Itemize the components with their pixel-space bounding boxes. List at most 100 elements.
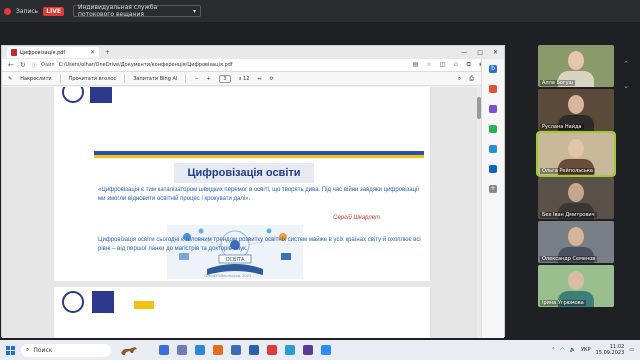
fit-page-icon[interactable]: ⇔ [257, 76, 261, 82]
participant-avatar [568, 271, 584, 290]
page-number-input[interactable]: 3 [218, 74, 231, 83]
rotate-icon[interactable]: ⟳ [270, 76, 274, 82]
zoom-app-icon[interactable] [177, 345, 187, 355]
telegram-app-icon[interactable] [285, 345, 295, 355]
participant-avatar [568, 139, 584, 158]
page-total: з 12 [238, 75, 250, 82]
language-indicator[interactable]: УКР [581, 347, 591, 353]
favorite-star-icon[interactable]: ☆ [426, 61, 431, 69]
collections-icon[interactable]: ⧉ [466, 61, 470, 69]
bing-icon[interactable]: b [489, 65, 497, 73]
address-bar: ← ↻ ⓘ Файл C:/Users/olhar/OneDrive/Докум… [2, 59, 504, 72]
close-tab-icon[interactable]: ✕ [90, 49, 95, 56]
participant-avatar [568, 227, 584, 246]
info-icon: ⓘ [31, 62, 37, 69]
clock-date: 15.09.2023 [595, 350, 625, 356]
pdf-viewer[interactable]: Цифровізація освіти «Цифровізація є тим … [2, 87, 480, 338]
zoom-out-icon[interactable]: − [194, 76, 198, 82]
divider [185, 74, 187, 83]
horse-widget-icon[interactable] [117, 344, 145, 357]
screen: Запись LIVE Индивидуальная служба потоко… [0, 0, 640, 360]
participant-name: Руслана Найда [540, 124, 584, 130]
window-controls: — □ ✕ [461, 49, 504, 56]
outlook-icon[interactable] [489, 165, 497, 173]
participant-tile[interactable]: Алла Богуш [538, 45, 614, 87]
annotations-label[interactable]: Накреслити [20, 76, 51, 82]
stream-service-select[interactable]: Индивидуальная служба потокового вещания… [73, 4, 201, 18]
zoom-meeting-icon[interactable] [321, 345, 331, 355]
zoom-in-icon[interactable]: + [207, 76, 211, 82]
institute-logo [90, 87, 112, 103]
split-screen-icon[interactable]: ◫ [440, 61, 446, 69]
minimize-icon[interactable]: — [461, 49, 467, 56]
read-aloud-label[interactable]: Прочитати вголос [69, 76, 117, 82]
reload-icon[interactable]: ↻ [20, 61, 26, 69]
participant-avatar [568, 95, 584, 114]
chevron-down-icon: ▾ [192, 7, 196, 15]
divider [59, 74, 61, 83]
ask-bing-label[interactable]: Запитати Bing AI [133, 76, 177, 82]
firefox-app-icon[interactable] [213, 345, 223, 355]
header-rule-yellow [94, 155, 424, 158]
participant-tile[interactable]: Ольга Рейпольська [536, 131, 616, 177]
close-window-icon[interactable]: ✕ [493, 49, 498, 56]
participant-tile[interactable]: Ірина Угрюмова [538, 265, 614, 307]
participant-tile[interactable]: Олександр Семенов [538, 221, 614, 263]
tab-title: Цифровізація.pdf [20, 49, 66, 56]
participant-tile[interactable]: Руслана Найда [538, 89, 614, 131]
maximize-icon[interactable]: □ [477, 49, 483, 56]
stream-service-value: Индивидуальная служба потокового вещания [78, 4, 158, 18]
url-field[interactable]: ⓘ Файл C:/Users/olhar/OneDrive/Документи… [32, 62, 233, 69]
tools-icon[interactable] [489, 105, 497, 113]
read-mode-icon[interactable]: ▤ [413, 61, 419, 69]
browser-window: Цифровізація.pdf ✕ + — □ ✕ ← ↻ ⓘ Файл C:… [1, 45, 505, 338]
divider [124, 74, 126, 83]
participant-name: Ольга Рейпольська [540, 168, 595, 174]
back-icon[interactable]: ← [8, 61, 14, 69]
add-icon[interactable]: + [489, 185, 497, 193]
university-logo [62, 87, 84, 103]
slide-footer-author: Ольга Рейпольська, 2023 [204, 273, 252, 278]
taskbar: ⌕ Поиск ⌃ ◠ 🔈 УКР 11:02 15.09.2023 ▭ [0, 340, 640, 360]
tab-pdf[interactable]: Цифровізація.pdf ✕ [7, 47, 99, 58]
chevron-up-icon[interactable]: ⌃ [623, 60, 629, 68]
print-icon[interactable]: ⎙ [469, 75, 474, 83]
chevron-up-icon[interactable]: ⌃ [551, 347, 555, 353]
slide-body-text: Цифровізація освіти сьогодні є головним … [98, 237, 421, 252]
start-icon[interactable] [6, 345, 15, 355]
slide-quote: «Цифровізація є тим каталізатором швидки… [98, 187, 420, 202]
pdf-page-next [54, 287, 430, 338]
participant-name: Бех Іван Дмитрович [540, 212, 597, 218]
volume-icon[interactable]: 🔈 [570, 347, 576, 353]
record-label[interactable]: Запись [16, 8, 38, 15]
new-tab-icon[interactable]: + [105, 49, 110, 56]
edge-app-icon[interactable] [195, 345, 205, 355]
live-badge: LIVE [43, 6, 64, 16]
games-icon[interactable] [489, 125, 497, 133]
slide-title: Цифровізація освіти [174, 163, 314, 183]
participant-tile[interactable]: Бех Іван Дмитрович [538, 177, 614, 219]
wifi-icon[interactable]: ◠ [560, 347, 564, 353]
chevron-down-icon[interactable]: ⌄ [623, 82, 629, 90]
search-icon[interactable]: ⌕ [458, 75, 461, 83]
pdf-toolbar: ✎ Накреслити Прочитати вголос Запитати B… [2, 72, 504, 86]
quote-author: Сергій Шкарлет [333, 215, 380, 221]
taskbar-search[interactable]: ⌕ Поиск [21, 343, 111, 357]
file-explorer-icon[interactable] [231, 345, 241, 355]
tab-bar: Цифровізація.pdf ✕ + — □ ✕ [2, 46, 504, 59]
draw-icon[interactable]: ✎ [8, 76, 12, 82]
stream-toolbar: Запись LIVE Индивидуальная служба потоко… [0, 0, 640, 22]
shopping-icon[interactable] [489, 85, 497, 93]
word-app-icon[interactable] [249, 345, 259, 355]
viber-app-icon[interactable] [303, 345, 313, 355]
participant-name: Олександр Семенов [540, 256, 598, 262]
file-label: Файл [40, 62, 55, 68]
opera-app-icon[interactable] [267, 345, 277, 355]
clock[interactable]: 11:02 15.09.2023 [596, 344, 625, 356]
task-view-icon[interactable] [159, 345, 169, 355]
search-placeholder: Поиск [33, 346, 53, 354]
notifications-icon[interactable]: ▭ [629, 347, 634, 353]
office-icon[interactable] [489, 145, 497, 153]
favorites-icon[interactable]: ✩ [453, 61, 458, 69]
record-icon[interactable] [4, 7, 11, 15]
